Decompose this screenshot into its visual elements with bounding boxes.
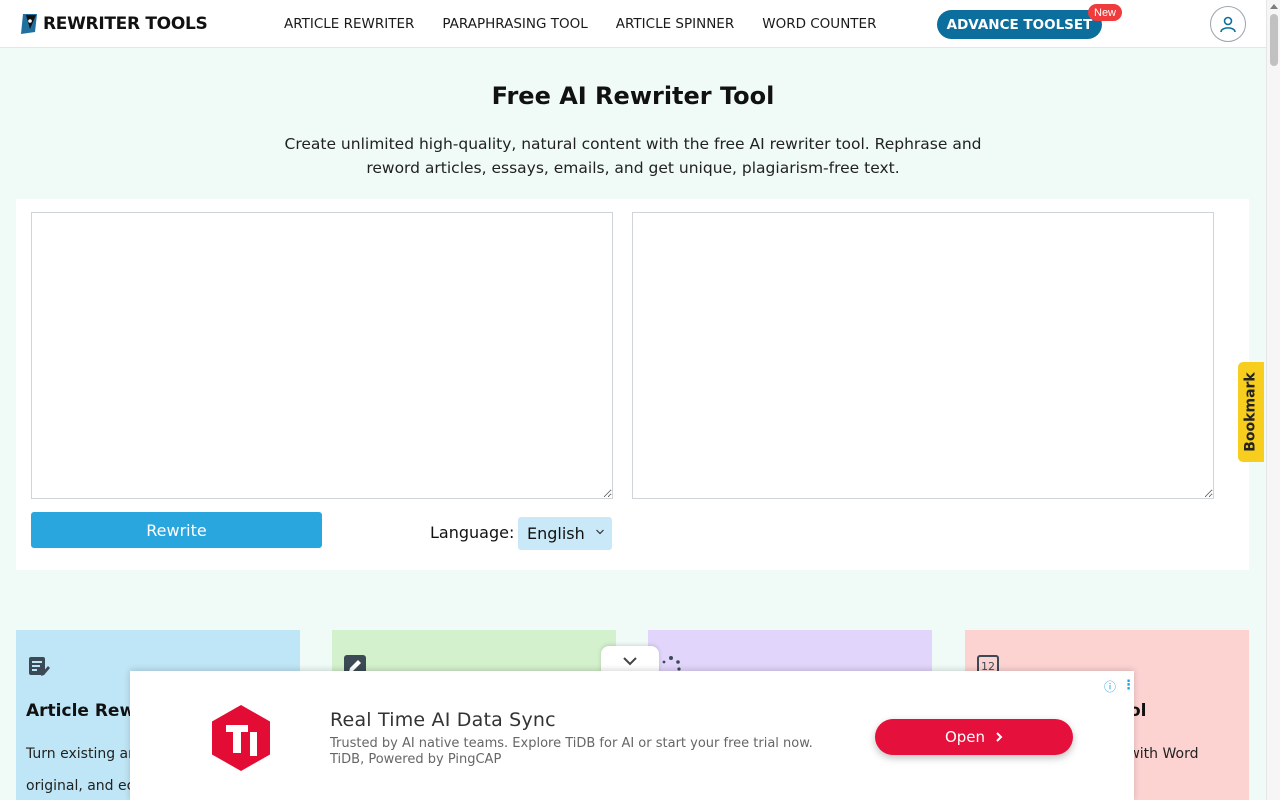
language-label: Language:	[430, 523, 515, 542]
nav-paraphrasing-tool[interactable]: PARAPHRASING TOOL	[442, 16, 587, 32]
chevron-right-icon	[996, 732, 1003, 742]
user-avatar-icon	[1220, 16, 1236, 33]
language-select[interactable]: English	[518, 517, 612, 550]
more-vertical-icon[interactable]: ⋮	[1122, 677, 1135, 693]
input-textarea[interactable]	[31, 212, 613, 499]
advance-toolset-button[interactable]: ADVANCE TOOLSET	[937, 10, 1102, 39]
main-nav: ARTICLE REWRITER PARAPHRASING TOOL ARTIC…	[284, 0, 904, 48]
bookmark-label: Bookmark	[1243, 372, 1259, 452]
chevron-down-icon	[596, 529, 604, 535]
brand-logo[interactable]: REWRITER TOOLS	[20, 12, 208, 36]
output-textarea[interactable]	[632, 212, 1214, 499]
bookmark-tab[interactable]: Bookmark	[1238, 362, 1264, 462]
scroll-up-arrow-icon[interactable]	[1270, 4, 1278, 9]
page-subtitle: Create unlimited high-quality, natural c…	[284, 135, 982, 177]
page-scrollbar[interactable]	[1266, 0, 1280, 800]
ad-open-button[interactable]: Open	[875, 719, 1073, 755]
user-account-button[interactable]	[1210, 6, 1246, 42]
ad-open-label: Open	[944, 728, 986, 746]
pen-logo-icon	[21, 14, 37, 34]
nav-word-counter[interactable]: WORD COUNTER	[762, 16, 876, 32]
chevron-down-icon	[623, 657, 637, 666]
card-description: Turn existing ar original, and ec	[26, 738, 134, 800]
card-line: Turn existing ar	[26, 746, 134, 762]
info-icon[interactable]: ⓘ	[1104, 678, 1116, 695]
card-title: Article Rewr	[26, 701, 144, 721]
new-badge: New	[1088, 4, 1123, 21]
brand-name: REWRITER TOOLS	[43, 14, 208, 34]
rewriter-panel: Rewrite Language: English	[16, 199, 1249, 570]
ad-description: Trusted by AI native teams. Explore TiDB…	[330, 736, 813, 767]
tidb-logo-icon	[212, 705, 270, 771]
nav-article-rewriter[interactable]: ARTICLE REWRITER	[284, 16, 414, 32]
language-selected-value: English	[527, 524, 585, 543]
card-line: original, and ec	[26, 778, 135, 794]
ad-title: Real Time AI Data Sync	[330, 709, 556, 731]
page-title: Free AI Rewriter Tool	[491, 82, 775, 110]
document-edit-icon	[29, 657, 50, 676]
navbar: REWRITER TOOLS ARTICLE REWRITER PARAPHRA…	[0, 0, 1266, 48]
nav-article-spinner[interactable]: ARTICLE SPINNER	[616, 16, 734, 32]
ad-banner[interactable]: Real Time AI Data Sync Trusted by AI nat…	[130, 671, 1135, 800]
scroll-thumb[interactable]	[1270, 14, 1278, 66]
rewrite-button[interactable]: Rewrite	[31, 512, 322, 548]
